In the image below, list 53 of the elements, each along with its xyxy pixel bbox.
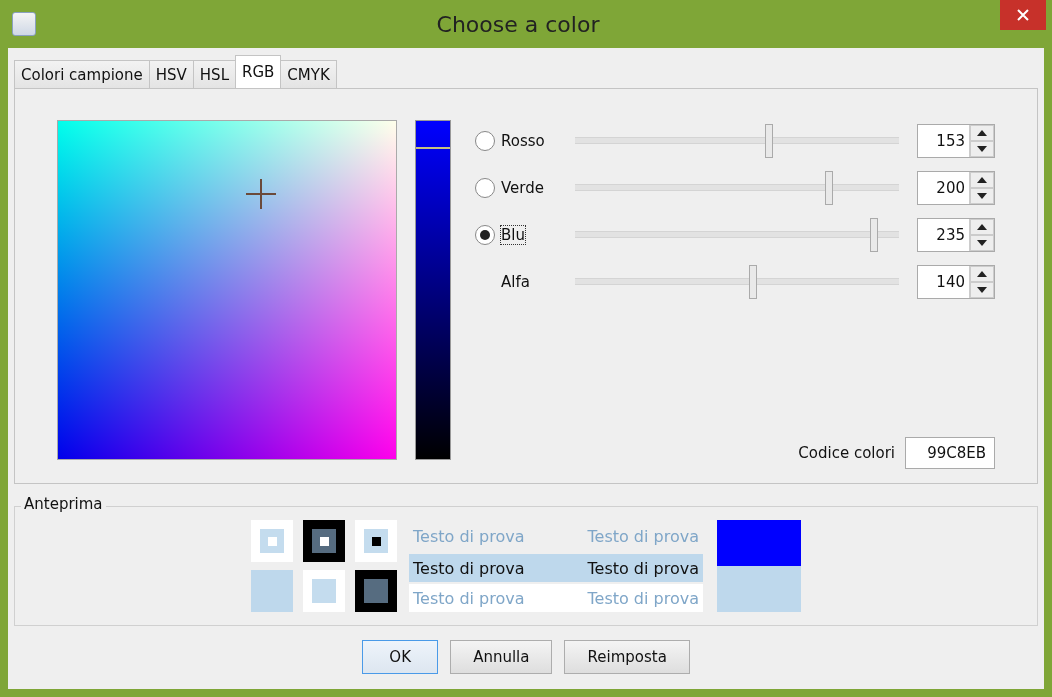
app-icon bbox=[12, 12, 36, 36]
crosshair-icon bbox=[245, 179, 276, 209]
channel-label: Blu bbox=[501, 226, 525, 244]
sample-text: Testo di prova bbox=[587, 526, 699, 546]
color-gradient-map[interactable] bbox=[57, 120, 397, 460]
preview-swatch bbox=[355, 570, 397, 612]
gradient-bar[interactable] bbox=[415, 120, 451, 460]
sample-text: Testo di prova bbox=[587, 558, 699, 578]
caret-up-icon[interactable] bbox=[977, 130, 987, 136]
slider-thumb[interactable] bbox=[748, 265, 757, 299]
slider-thumb[interactable] bbox=[869, 218, 878, 252]
preview-title: Anteprima bbox=[21, 495, 106, 513]
close-icon bbox=[1016, 8, 1030, 22]
sample-text: Testo di prova bbox=[413, 588, 525, 608]
slider-thumb[interactable] bbox=[765, 124, 774, 158]
window-title: Choose a color bbox=[435, 11, 601, 37]
radio-button[interactable] bbox=[475, 225, 495, 245]
close-button[interactable] bbox=[1000, 0, 1046, 30]
tab[interactable]: HSL bbox=[192, 60, 236, 88]
tab[interactable]: Colori campione bbox=[14, 60, 150, 88]
caret-down-icon[interactable] bbox=[977, 287, 987, 293]
channel-label: Rosso bbox=[501, 132, 545, 150]
slider-thumb[interactable] bbox=[825, 171, 833, 205]
channel-label: Alfa bbox=[501, 273, 530, 291]
sample-text: Testo di prova bbox=[587, 588, 699, 608]
dialog-button[interactable]: Reimposta bbox=[564, 640, 690, 674]
radio-button[interactable] bbox=[475, 131, 495, 151]
preview-swatch bbox=[251, 520, 293, 562]
tab[interactable]: CMYK bbox=[280, 60, 337, 88]
caret-up-icon[interactable] bbox=[977, 177, 987, 183]
caret-up-icon[interactable] bbox=[977, 224, 987, 230]
radio-button[interactable] bbox=[475, 178, 495, 198]
dialog-button[interactable]: Annulla bbox=[450, 640, 553, 674]
spinner-field[interactable]: 140 bbox=[917, 265, 995, 299]
caret-down-icon[interactable] bbox=[977, 240, 987, 246]
channel-label: Verde bbox=[501, 179, 544, 197]
preview-swatch bbox=[355, 520, 397, 562]
sample-text: Testo di prova bbox=[413, 558, 525, 578]
caret-up-icon[interactable] bbox=[977, 271, 987, 277]
tab[interactable]: RGB bbox=[235, 55, 282, 88]
dialog-button[interactable]: OK bbox=[362, 640, 439, 674]
sample-text: Testo di prova bbox=[413, 526, 525, 546]
spinner-field[interactable]: 235 bbox=[917, 218, 995, 252]
color-code-field[interactable]: 99C8EB bbox=[905, 437, 995, 469]
preview-swatch bbox=[303, 570, 345, 612]
color-code-label: Codice colori bbox=[798, 444, 895, 462]
spinner-field[interactable]: 200 bbox=[917, 171, 995, 205]
spinner-field[interactable]: 153 bbox=[917, 124, 995, 158]
caret-down-icon[interactable] bbox=[977, 193, 987, 199]
tab[interactable]: HSV bbox=[148, 60, 194, 88]
preview-swatch bbox=[303, 520, 345, 562]
preview-swatch bbox=[251, 570, 293, 612]
caret-down-icon[interactable] bbox=[977, 146, 987, 152]
